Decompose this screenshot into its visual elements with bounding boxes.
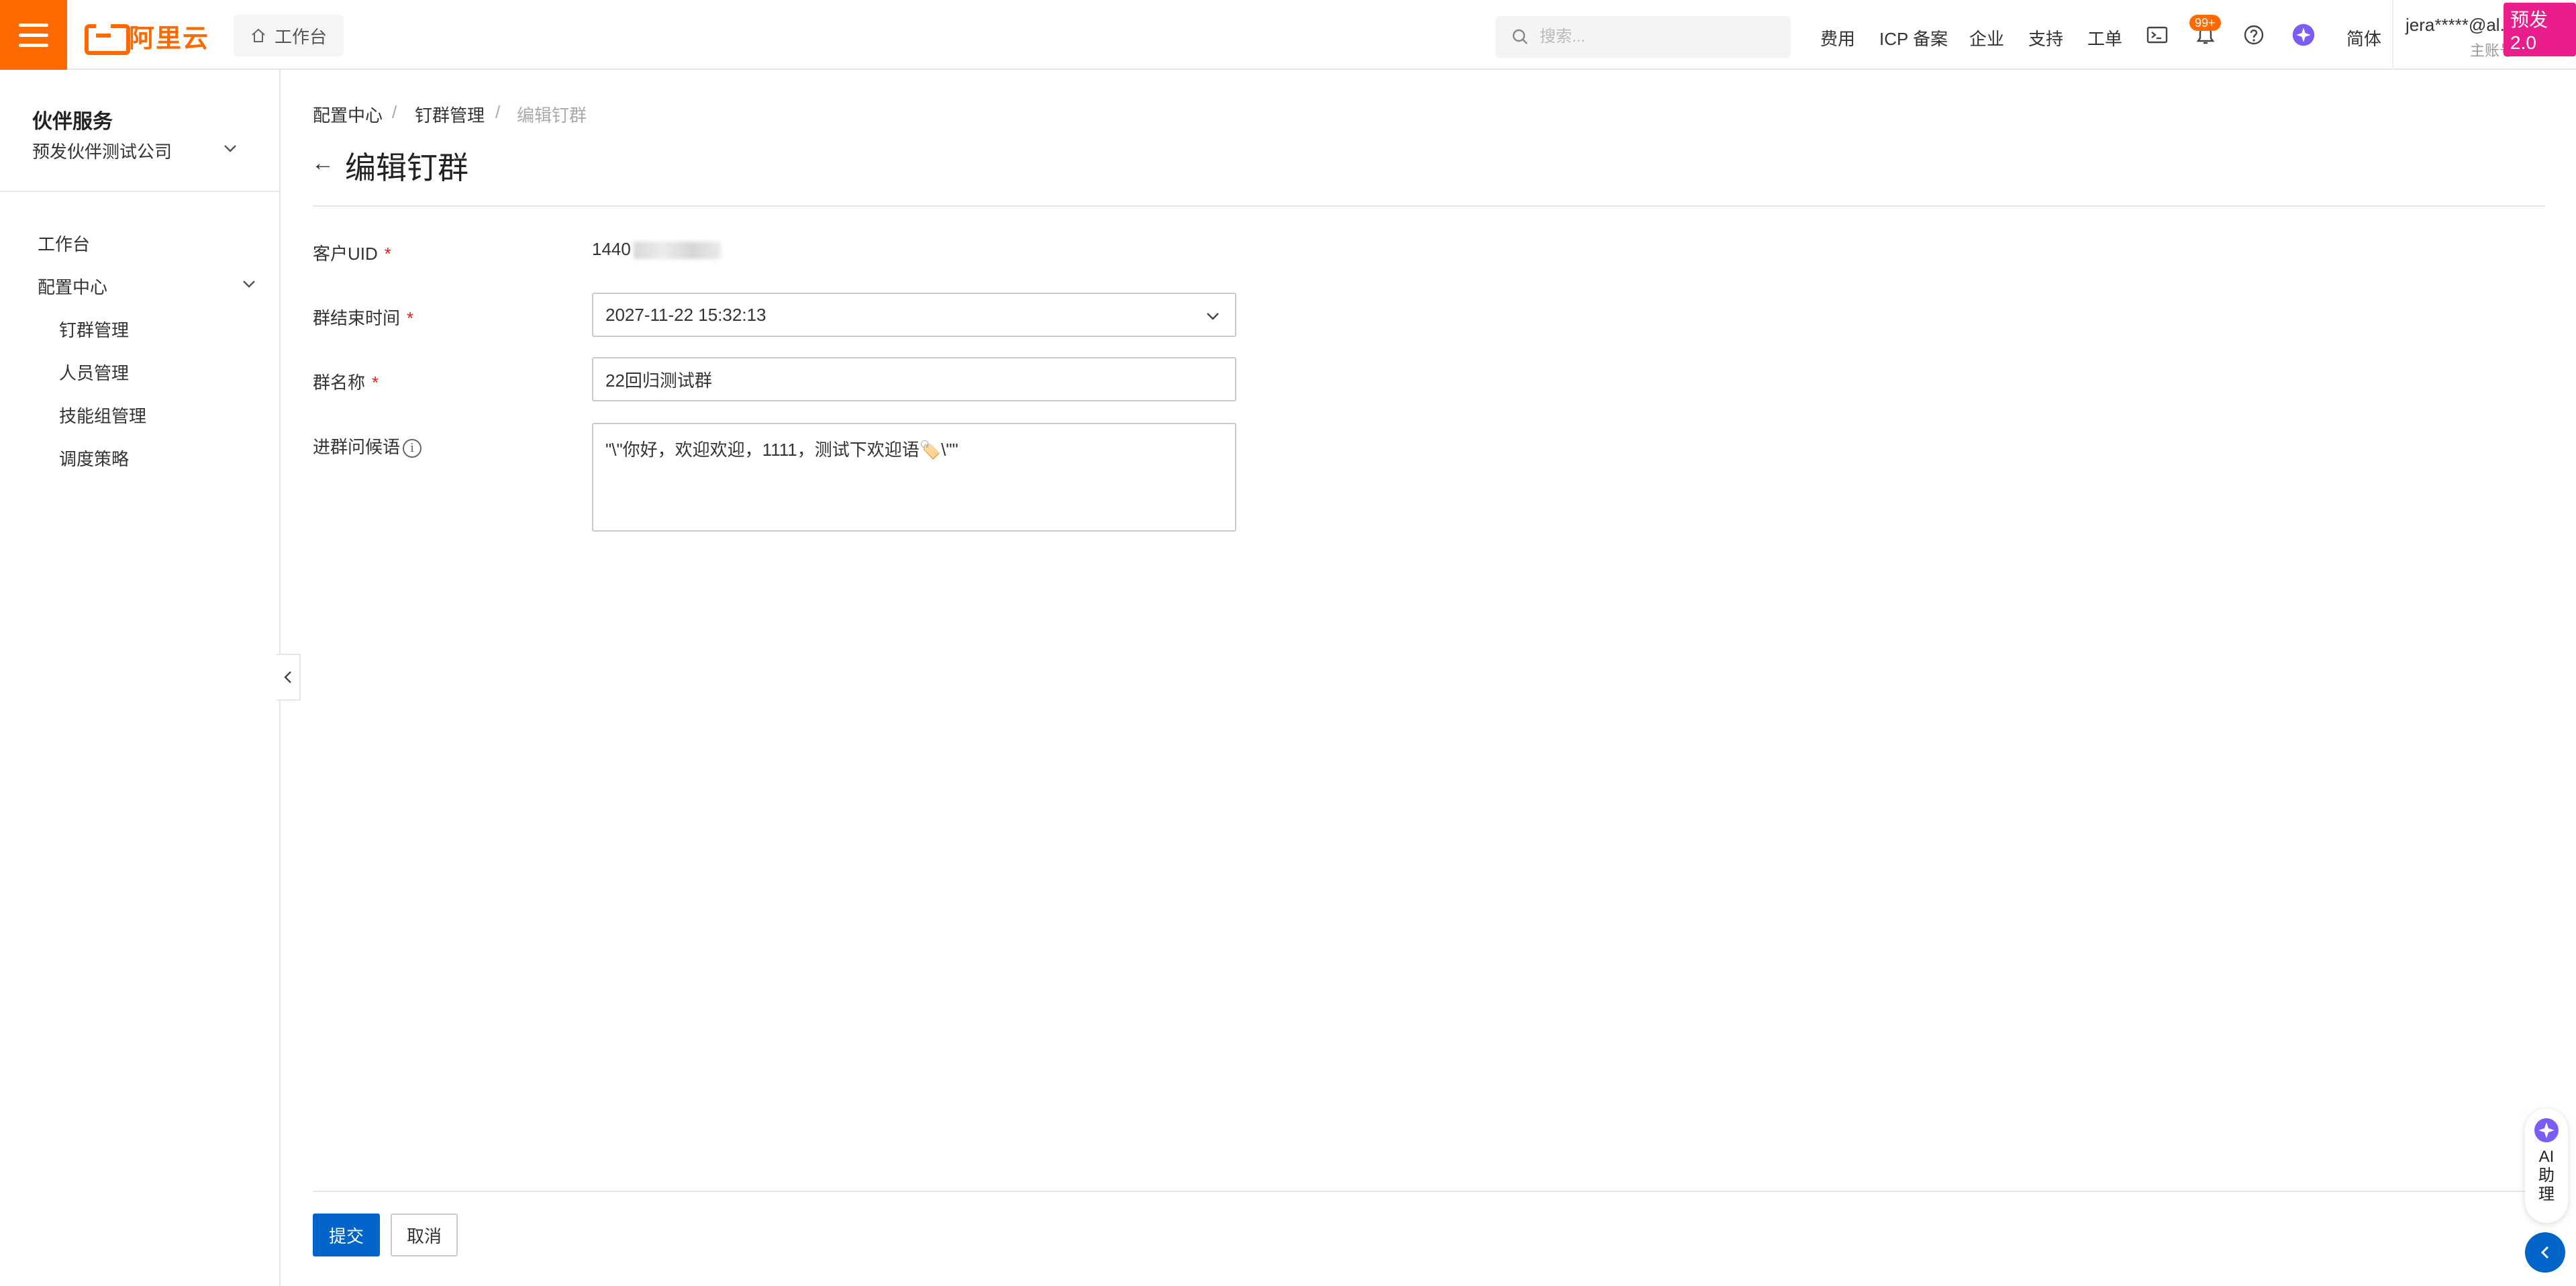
sidebar: 伙伴服务 预发伙伴测试公司 工作台 配置中心 钉群管理 人员管理 技能组管理 调… [0, 70, 281, 1286]
required-mark: * [372, 373, 379, 393]
hamburger-menu-button[interactable] [0, 0, 67, 70]
sidebar-item-workbench[interactable]: 工作台 [38, 231, 90, 256]
required-mark: * [407, 308, 414, 328]
redacted-blur [633, 242, 721, 260]
nav-icp[interactable]: ICP 备案 [1879, 26, 1948, 50]
end-time-label: 群结束时间 * [313, 308, 414, 328]
global-search[interactable] [1495, 16, 1791, 58]
sidebar-item-config-center[interactable]: 配置中心 [38, 274, 107, 299]
sidebar-item-staff[interactable]: 人员管理 [59, 360, 129, 385]
sidebar-collapse-button[interactable] [277, 654, 301, 701]
sidebar-title: 伙伴服务 [32, 111, 113, 133]
group-name-input[interactable]: 22回归测试群 [592, 357, 1236, 401]
home-icon [252, 28, 265, 42]
nav-support[interactable]: 支持 [2028, 26, 2063, 50]
uid-value: 1440 [592, 239, 721, 260]
notification-badge: 99+ [2189, 15, 2221, 31]
nav-enterprise[interactable]: 企业 [1969, 26, 2004, 50]
ai-assistant-widget[interactable]: AI助理 [2525, 1109, 2568, 1223]
ai-collapse-button[interactable] [2525, 1232, 2565, 1273]
logo-mark-icon [85, 23, 130, 55]
submit-button[interactable]: 提交 [313, 1214, 380, 1256]
env-tag: 预发2.0 [2504, 3, 2576, 56]
sidebar-item-ding-group[interactable]: 钉群管理 [59, 317, 129, 342]
breadcrumb-ding-group[interactable]: 钉群管理 [415, 102, 485, 127]
divider [2392, 0, 2393, 70]
title-divider [313, 205, 2545, 207]
required-mark: * [384, 244, 391, 264]
breadcrumb-current: 编辑钉群 [517, 105, 587, 126]
top-bar: 阿里云 工作台 费用 ICP 备案 企业 支持 工单 99+ 简体 jera**… [0, 0, 2576, 70]
ai-star-icon [2534, 1118, 2559, 1142]
help-icon[interactable] [2242, 23, 2266, 47]
page-title: 编辑钉群 [345, 150, 468, 185]
search-input[interactable] [1538, 27, 1780, 47]
back-arrow-icon[interactable]: ← [311, 150, 334, 177]
sidebar-item-dispatch[interactable]: 调度策略 [59, 446, 129, 471]
user-account-name[interactable]: jera*****@al... [2406, 15, 2514, 36]
language-switch[interactable]: 简体 [2346, 26, 2381, 50]
nav-billing[interactable]: 费用 [1820, 26, 1855, 50]
sidebar-item-skill-group[interactable]: 技能组管理 [59, 403, 146, 428]
chevron-left-icon [2540, 1246, 2549, 1259]
breadcrumb-separator: / [392, 102, 397, 122]
chevron-down-icon [1207, 313, 1219, 320]
workbench-link[interactable]: 工作台 [234, 15, 344, 56]
org-selector[interactable]: 预发伙伴测试公司 [32, 138, 172, 163]
chevron-left-icon [284, 671, 291, 683]
nav-ticket[interactable]: 工单 [2087, 26, 2122, 50]
breadcrumb-separator: / [495, 102, 501, 122]
cancel-button[interactable]: 取消 [391, 1214, 458, 1256]
ai-assistant-label: AI助理 [2538, 1148, 2555, 1203]
end-time-picker[interactable]: 2027-11-22 15:32:13 [592, 293, 1236, 337]
chevron-down-icon[interactable] [221, 140, 239, 157]
group-name-label: 群名称 * [313, 373, 379, 393]
search-icon [1512, 29, 1528, 44]
sidebar-divider [0, 191, 279, 192]
aliyun-logo[interactable]: 阿里云 [85, 19, 209, 55]
ai-star-icon[interactable] [2291, 23, 2316, 47]
chevron-down-icon[interactable] [240, 275, 258, 293]
breadcrumb-config-center[interactable]: 配置中心 [313, 102, 383, 127]
greeting-label: 进群问候语 i [313, 434, 422, 458]
greeting-textarea[interactable]: "\"你好，欢迎欢迎，1111，测试下欢迎语🏷️\"" [592, 423, 1236, 532]
footer-divider [313, 1191, 2545, 1192]
info-icon[interactable]: i [403, 439, 422, 458]
uid-label: 客户UID * [313, 244, 391, 264]
terminal-icon[interactable] [2145, 23, 2169, 47]
